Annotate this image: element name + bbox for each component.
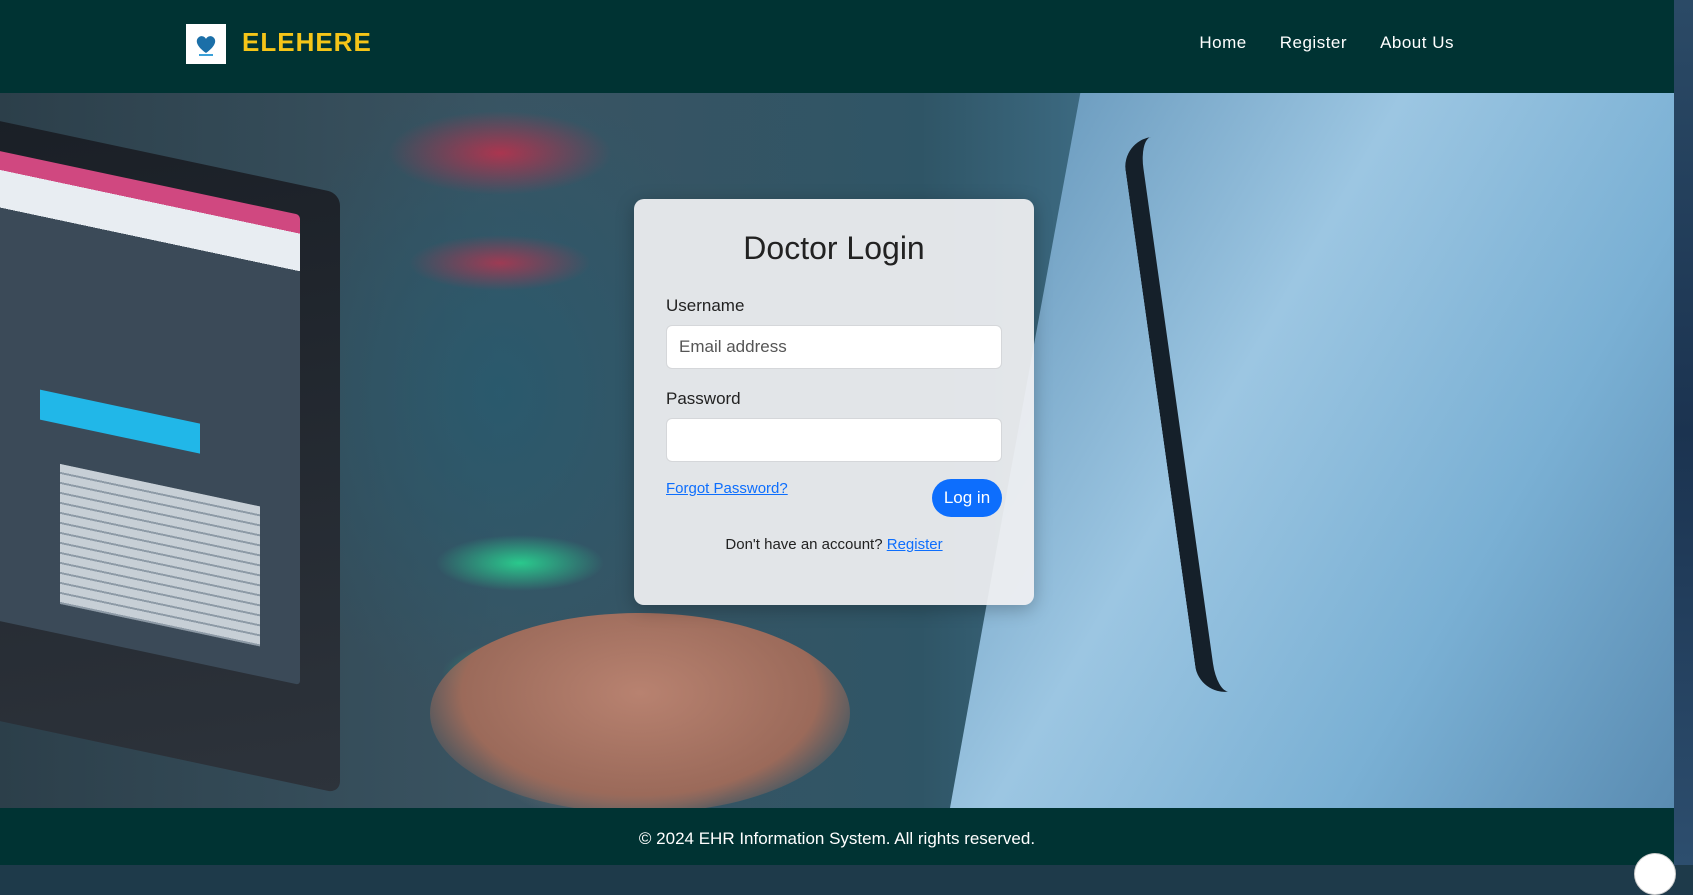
logo-icon[interactable] <box>186 24 226 64</box>
password-input[interactable] <box>666 418 1002 462</box>
signup-text: Don't have an account? <box>725 536 883 553</box>
signup-prompt: Don't have an account? Register <box>634 536 1034 553</box>
screen-table <box>60 463 260 647</box>
nav-register-link[interactable]: Register <box>1280 33 1347 53</box>
main-nav: Home Register About Us <box>1199 33 1454 53</box>
laptop-illustration <box>0 112 340 794</box>
footer: © 2024 EHR Information System. All right… <box>0 808 1674 865</box>
nav-about-link[interactable]: About Us <box>1380 33 1454 53</box>
screen-bar <box>40 389 200 454</box>
password-label: Password <box>666 389 741 408</box>
top-navbar: ELEHERE Home Register About Us <box>0 0 1674 93</box>
typing-hands <box>430 613 850 808</box>
doctor-shirt <box>950 93 1674 808</box>
login-button[interactable]: Log in <box>932 479 1002 517</box>
nav-home-link[interactable]: Home <box>1199 33 1246 53</box>
username-label: Username <box>666 296 745 315</box>
window-edge <box>1674 0 1693 865</box>
login-title: Doctor Login <box>743 230 925 266</box>
forgot-password-link[interactable]: Forgot Password? <box>666 480 788 497</box>
laptop-screen <box>0 146 300 685</box>
username-input[interactable] <box>666 325 1002 369</box>
chat-widget-icon[interactable] <box>1634 853 1676 895</box>
register-link[interactable]: Register <box>887 536 943 553</box>
login-card: Doctor Login Username Password Forgot Pa… <box>634 199 1034 605</box>
footer-text: © 2024 EHR Information System. All right… <box>638 829 1036 848</box>
brand-name[interactable]: ELEHERE <box>242 27 372 58</box>
heart-logo-icon <box>196 36 216 56</box>
